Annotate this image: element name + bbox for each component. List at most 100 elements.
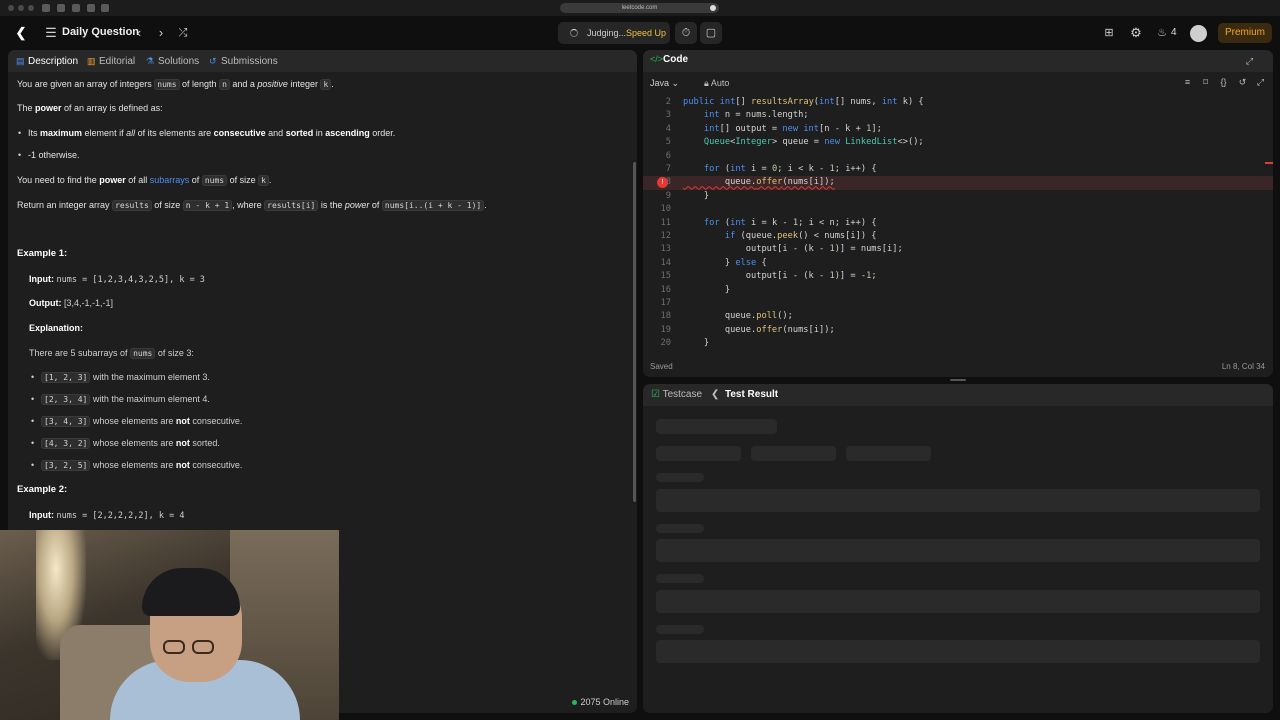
text: sorted. [189, 438, 220, 448]
tab-favicon-icon[interactable] [101, 4, 109, 12]
code-line[interactable]: 13 output[i - (k - 1)] = nums[i]; [643, 243, 1273, 256]
code-line[interactable]: 17 [643, 297, 1273, 310]
tab-editorial[interactable]: ▥ Editorial [87, 54, 135, 68]
back-nav-icon[interactable] [57, 4, 65, 12]
page-title[interactable]: Daily Question [62, 26, 139, 38]
explanation-label: Explanation: [29, 322, 83, 334]
format-lines-icon[interactable]: ≡ [1181, 76, 1194, 89]
text: consecutive. [189, 460, 243, 470]
list-item: [3, 2, 5] whose elements are not consecu… [31, 459, 243, 472]
subarrays-link[interactable]: subarrays [150, 175, 190, 185]
explanation-intro: There are 5 subarrays of nums of size 3: [29, 347, 194, 360]
avatar[interactable] [1190, 25, 1207, 42]
code-line[interactable]: 15 output[i - (k - 1)] = -1; [643, 270, 1273, 283]
text: of [189, 175, 202, 185]
sidebar-toggle-icon[interactable] [42, 4, 50, 12]
tab-label: Submissions [221, 56, 278, 67]
code-line[interactable]: 12 if (queue.peek() < nums[i]) { [643, 230, 1273, 243]
premium-button[interactable]: Premium [1218, 23, 1272, 43]
list-item: -1 otherwise. [18, 149, 80, 161]
braces-icon[interactable]: {} [1217, 76, 1230, 89]
loading-skeleton [656, 539, 1260, 562]
example-input: Input: nums = [2,2,2,2,2], k = 4 [29, 509, 184, 522]
speed-up-link[interactable]: Speed Up [626, 22, 666, 44]
expand-icon[interactable]: ⤢ [1254, 76, 1267, 89]
text: The [17, 103, 36, 113]
bookmark-icon[interactable]: ⌑ [1199, 76, 1212, 89]
code-editor[interactable]: 2 public int[] resultsArray(int[] nums, i… [643, 92, 1273, 348]
code-line[interactable]: 3 int n = nums.length; [643, 109, 1273, 122]
maximize-icon[interactable]: ⤢ [1243, 55, 1256, 68]
language-select[interactable]: Java ⌄ [650, 78, 679, 89]
inline-code: nums [130, 348, 156, 359]
tab-label: Test Result [724, 389, 779, 400]
code-line[interactable]: 7 for (int i = 0; i < k - 1; i++) { [643, 163, 1273, 176]
layout-grid-icon[interactable]: ⊞ [1100, 24, 1118, 42]
code-text: for (int i = k - 1; i < n; i++) { [703, 217, 877, 228]
code-text: if (queue.peek() < nums[i]) { [724, 231, 877, 241]
line-number: 10 [660, 204, 671, 215]
text: , where [232, 200, 265, 210]
extension-icon[interactable] [710, 5, 716, 11]
code-line[interactable]: 6 [643, 150, 1273, 163]
code-text: int n = nums.length; [703, 110, 809, 121]
language-label: Java [650, 78, 670, 88]
settings-gear-icon[interactable]: ⚙ [1127, 24, 1145, 42]
loading-skeleton [656, 446, 741, 461]
tab-test-result[interactable]: ❮ Test Result [711, 389, 778, 400]
code-line[interactable]: 11 for (int i = k - 1; i < n; i++) { [643, 217, 1273, 230]
text: element if [82, 128, 127, 138]
code-line[interactable]: 8 queue.offer(nums[i]);! [643, 176, 1273, 190]
text: whose elements are [90, 438, 176, 448]
scrollbar[interactable] [633, 162, 636, 502]
inline-code: n - k + 1 [182, 200, 233, 211]
reset-icon[interactable]: ↺ [1236, 76, 1249, 89]
prev-problem-icon[interactable]: ‹ [130, 24, 148, 42]
code-toolbar: Java ⌄ 🔒︎ Auto ≡ ⌑ {} ↺ ⤢ [643, 72, 1273, 94]
mode-select[interactable]: 🔒︎ Auto [704, 78, 729, 89]
code-line[interactable]: 9 } [643, 190, 1273, 203]
text: -1 otherwise. [28, 150, 80, 160]
forward-nav-icon[interactable] [72, 4, 80, 12]
tab-overview-icon[interactable] [87, 4, 95, 12]
code-line[interactable]: 16 } [643, 284, 1273, 297]
leetcode-logo-icon[interactable]: ❮ [12, 24, 30, 42]
code-editor-panel: </> Code ⤢ Java ⌄ 🔒︎ Auto ≡ ⌑ {} ↺ ⤢ 2 pu… [643, 50, 1273, 377]
tab-description[interactable]: ▤ Description [16, 54, 78, 68]
webcam-overlay [0, 530, 339, 720]
streak-fire-icon[interactable]: ♨ [1153, 24, 1171, 42]
notes-button[interactable]: ▢ [700, 22, 722, 44]
text: . [268, 175, 272, 185]
maximize-window-icon[interactable] [28, 5, 34, 11]
code-text: output[i - (k - 1)] = -1; [683, 271, 877, 282]
code-line[interactable]: 4 int[] output = new int[n - k + 1]; [643, 123, 1273, 136]
code-line[interactable]: 19 queue.offer(nums[i]); [643, 324, 1273, 337]
tab-testcase[interactable]: ☑ Testcase [651, 389, 702, 400]
code-line[interactable]: 2 public int[] resultsArray(int[] nums, i… [643, 96, 1273, 109]
list-item: [4, 3, 2] whose elements are not sorted. [31, 437, 220, 450]
code-line[interactable]: 10 [643, 203, 1273, 216]
url-bar[interactable]: leetcode.com [560, 3, 719, 13]
code-line[interactable]: 5 Queue<Integer> queue = new LinkedList<… [643, 136, 1273, 149]
inline-code: nums [201, 175, 228, 186]
code-text: Queue<Integer> queue = new LinkedList<>(… [703, 137, 924, 148]
tab-solutions[interactable]: ⚗ Solutions [146, 54, 199, 68]
tab-submissions[interactable]: ↺ Submissions [209, 54, 278, 68]
close-window-icon[interactable] [8, 5, 14, 11]
bold-text: power [99, 175, 126, 185]
code-line[interactable]: 18 queue.poll(); [643, 310, 1273, 323]
panel-resize-handle[interactable] [950, 379, 966, 381]
code-text: } [683, 190, 710, 201]
text: of size [227, 175, 259, 185]
minimize-window-icon[interactable] [18, 5, 24, 11]
code-line[interactable]: 20 } [643, 337, 1273, 350]
problem-list-icon[interactable]: ☰ [42, 24, 60, 42]
description-paragraph: You need to find the power of all subarr… [17, 174, 271, 187]
next-problem-icon[interactable]: › [152, 24, 170, 42]
code-line[interactable]: 14 } else { [643, 257, 1273, 270]
shuffle-icon[interactable]: ⤮ [174, 24, 192, 42]
text: and [265, 128, 286, 138]
timer-button[interactable]: ⏱ [675, 22, 697, 44]
line-number: 13 [660, 244, 671, 255]
text: order. [369, 128, 396, 138]
